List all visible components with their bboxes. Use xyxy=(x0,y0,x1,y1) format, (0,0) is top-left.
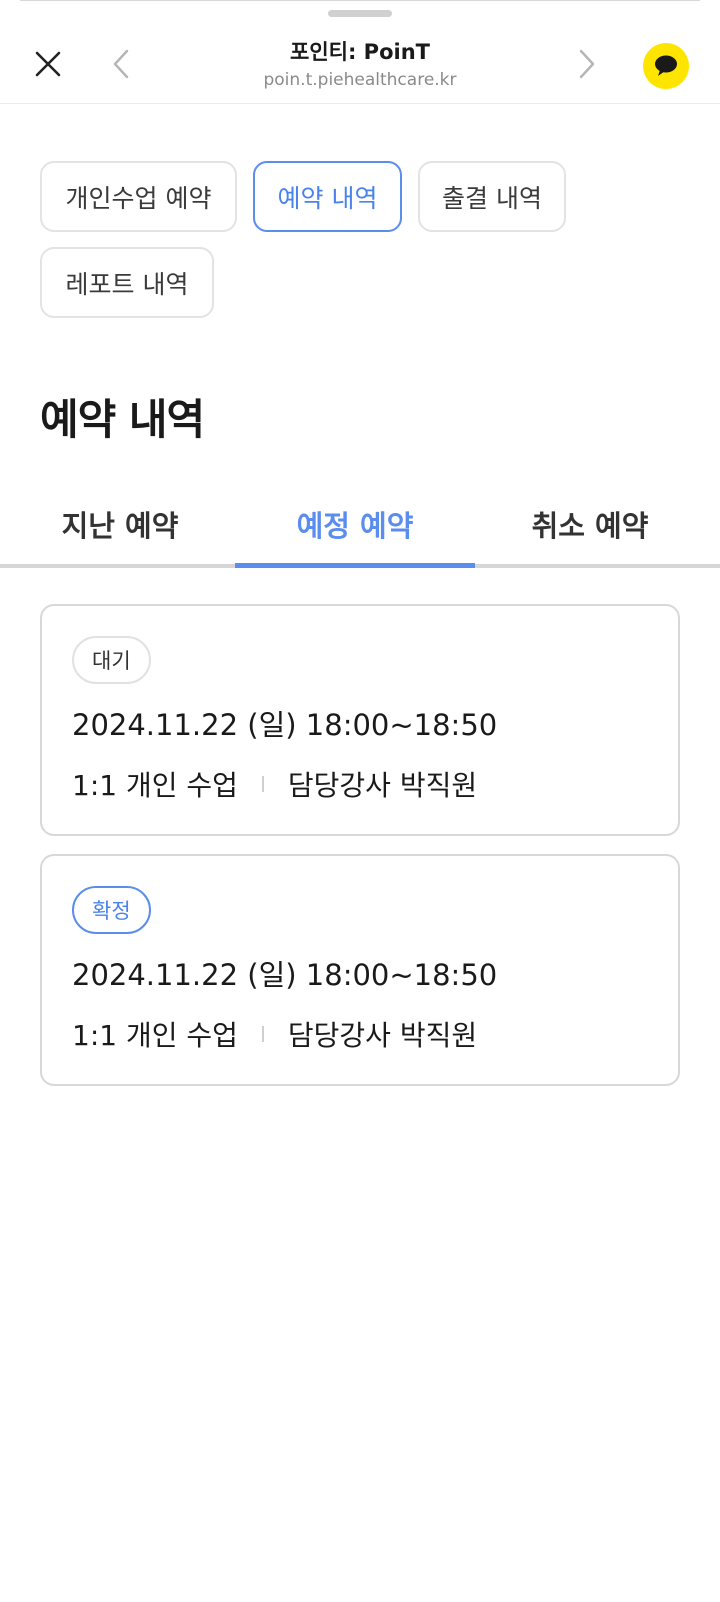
browser-title-block: 포인티: PoinT poin.t.piehealthcare.kr xyxy=(160,38,560,92)
status-badge: 확정 xyxy=(72,886,151,934)
status-badge: 대기 xyxy=(72,636,151,684)
tab-cancelled-reservations[interactable]: 취소 예약 xyxy=(470,480,710,568)
reservation-meta: 1:1 개인 수업 담당강사 박직원 xyxy=(72,764,477,804)
sheet-top-edge xyxy=(20,0,700,1)
menu-chip-attendance-history[interactable]: 출결 내역 xyxy=(418,161,566,232)
reservation-tabs: 지난 예약 예정 예약 취소 예약 xyxy=(0,480,720,568)
reservation-meta: 1:1 개인 수업 담당강사 박직원 xyxy=(72,1014,477,1054)
reservation-datetime: 2024.11.22 (일) 18:00~18:50 xyxy=(72,958,498,992)
tab-upcoming-reservations[interactable]: 예정 예약 xyxy=(235,480,475,568)
meta-divider xyxy=(261,776,264,792)
forward-icon[interactable] xyxy=(570,46,604,82)
reservation-card[interactable]: 확정 2024.11.22 (일) 18:00~18:50 1:1 개인 수업 … xyxy=(40,854,680,1086)
meta-divider xyxy=(261,1026,264,1042)
tab-past-reservations[interactable]: 지난 예약 xyxy=(0,480,240,568)
sheet-drag-handle[interactable] xyxy=(328,10,392,17)
browser-page-title: 포인티: PoinT xyxy=(290,40,430,64)
back-icon[interactable] xyxy=(104,46,138,82)
close-icon[interactable] xyxy=(30,46,66,82)
lesson-type: 1:1 개인 수업 xyxy=(72,1019,238,1052)
menu-chip-report-history[interactable]: 레포트 내역 xyxy=(40,247,214,318)
browser-url: poin.t.piehealthcare.kr xyxy=(263,70,457,90)
menu-chip-reservation-history[interactable]: 예약 내역 xyxy=(253,161,402,232)
page-title: 예약 내역 xyxy=(40,395,205,444)
kakao-talk-icon[interactable] xyxy=(643,43,689,89)
in-app-browser-toolbar: 포인티: PoinT poin.t.piehealthcare.kr xyxy=(0,20,720,104)
menu-chip-personal-lesson-booking[interactable]: 개인수업 예약 xyxy=(40,161,237,232)
reservation-card[interactable]: 대기 2024.11.22 (일) 18:00~18:50 1:1 개인 수업 … xyxy=(40,604,680,836)
lesson-type: 1:1 개인 수업 xyxy=(72,769,238,802)
instructor-name: 담당강사 박직원 xyxy=(287,1019,478,1052)
reservation-datetime: 2024.11.22 (일) 18:00~18:50 xyxy=(72,708,498,742)
instructor-name: 담당강사 박직원 xyxy=(287,769,478,802)
